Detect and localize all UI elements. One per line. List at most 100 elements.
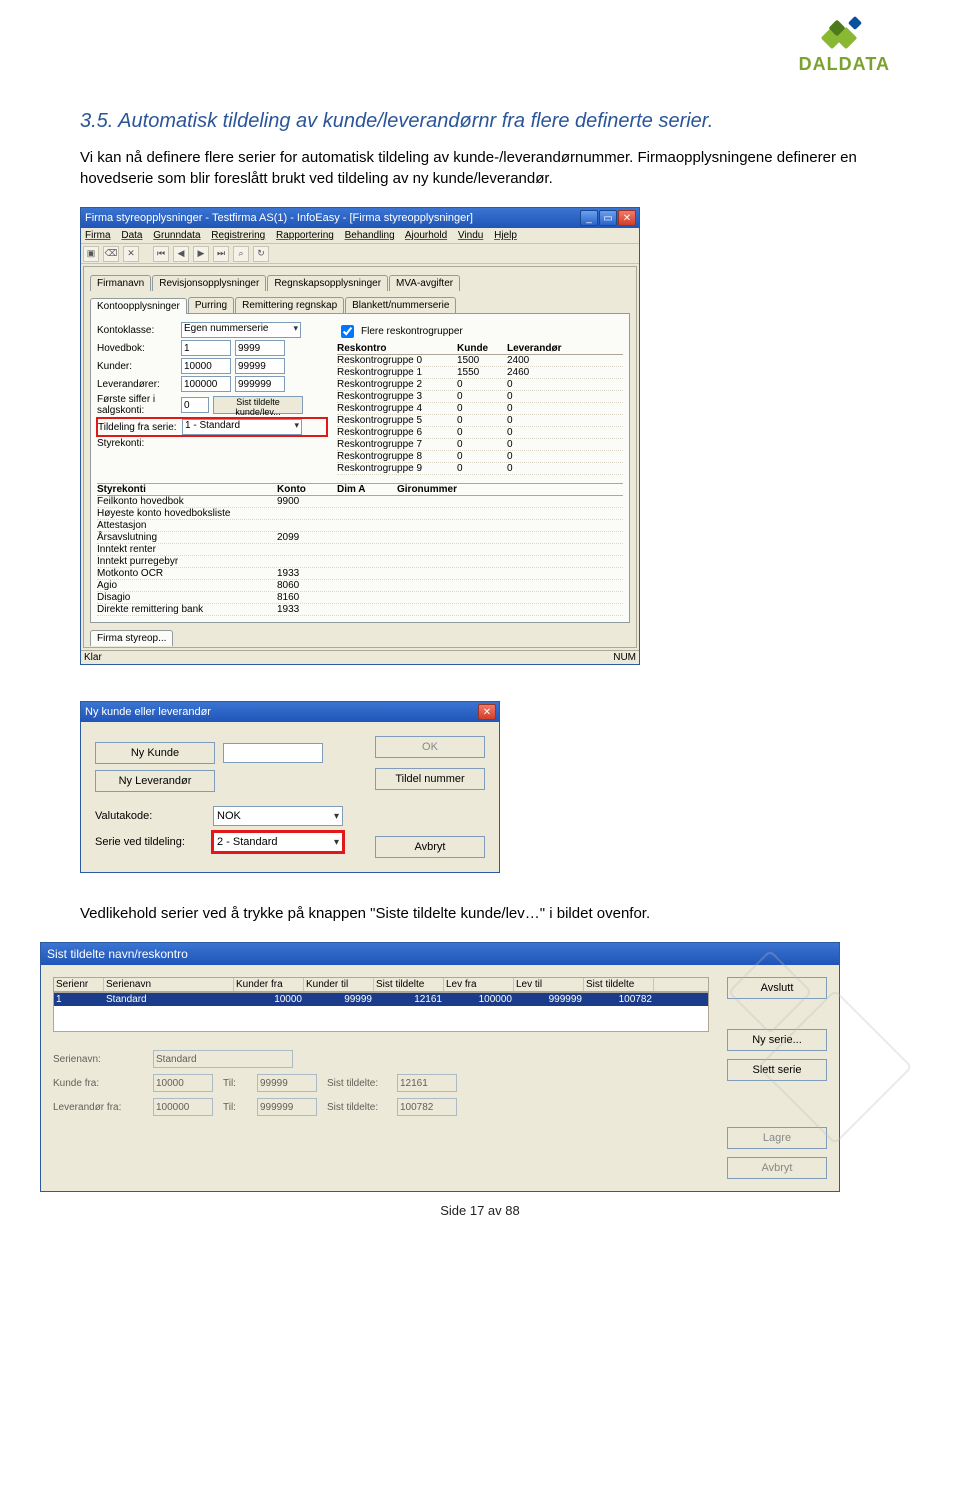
first-icon[interactable]: ⏮: [153, 246, 169, 262]
kunder-to-input[interactable]: [235, 358, 285, 374]
close-icon[interactable]: ✕: [618, 210, 636, 226]
menu-item[interactable]: Rapportering: [276, 230, 334, 241]
forste-siffer-input[interactable]: [181, 397, 209, 413]
valutakode-select[interactable]: NOK: [213, 806, 343, 826]
serienavn-label: Serienavn:: [53, 1054, 143, 1065]
styrekonti-row[interactable]: Attestasjon: [97, 520, 623, 532]
serienavn-input: [153, 1050, 293, 1068]
sist-tildelte-button[interactable]: Sist tildelte kunde/lev...: [213, 396, 303, 414]
reskontro-row[interactable]: Reskontrogruppe 400: [337, 403, 623, 415]
prev-icon[interactable]: ◀: [173, 246, 189, 262]
reskontro-row[interactable]: Reskontrogruppe 500: [337, 415, 623, 427]
flere-reskontrogrupper-checkbox[interactable]: [341, 325, 354, 338]
serie-grid-row[interactable]: 1 Standard 10000 99999 12161 100000 9999…: [54, 993, 708, 1006]
tab-firmanavn[interactable]: Firmanavn: [90, 275, 151, 291]
menu-item[interactable]: Hjelp: [494, 230, 517, 241]
window-title: Firma styreopplysninger - Testfirma AS(1…: [85, 212, 473, 224]
ny-leverandor-button[interactable]: Ny Leverandør: [95, 770, 215, 792]
styrekonti-row[interactable]: Feilkonto hovedbok9900: [97, 496, 623, 508]
lev-from-input[interactable]: [181, 376, 231, 392]
refresh-icon[interactable]: ↻: [253, 246, 269, 262]
lagre-button[interactable]: Lagre: [727, 1127, 827, 1149]
ny-kunde-button[interactable]: Ny Kunde: [95, 742, 215, 764]
leverandorer-label: Leverandører:: [97, 379, 177, 390]
leverandor-col-header: Leverandør: [507, 343, 567, 354]
firma-styreopplysninger-window: Firma styreopplysninger - Testfirma AS(1…: [80, 207, 640, 665]
forste-siffer-label: Første siffer i salgskonti:: [97, 394, 177, 416]
serie-ved-tildeling-select[interactable]: 2 - Standard: [213, 832, 343, 852]
reskontro-row[interactable]: Reskontrogruppe 600: [337, 427, 623, 439]
search-icon[interactable]: ⌕: [233, 246, 249, 262]
serie-grid[interactable]: 1 Standard 10000 99999 12161 100000 9999…: [53, 992, 709, 1032]
status-text: Klar: [84, 652, 102, 663]
last-icon[interactable]: ⏭: [213, 246, 229, 262]
reskontro-row[interactable]: Reskontrogruppe 200: [337, 379, 623, 391]
styrekonti-row[interactable]: Direkte remittering bank1933: [97, 604, 623, 616]
kunder-label: Kunder:: [97, 361, 177, 372]
avslutt-button[interactable]: Avslutt: [727, 977, 827, 999]
tab-blankett[interactable]: Blankett/nummerserie: [345, 297, 456, 313]
tab-kontoopplysninger[interactable]: Kontoopplysninger: [90, 298, 187, 314]
reskontro-row[interactable]: Reskontrogruppe 300: [337, 391, 623, 403]
ny-serie-button[interactable]: Ny serie...: [727, 1029, 827, 1051]
styrekonti-row[interactable]: Inntekt purregebyr: [97, 556, 623, 568]
reskontro-row[interactable]: Reskontrogruppe 700: [337, 439, 623, 451]
lev-fra-input: [153, 1098, 213, 1116]
menu-item[interactable]: Ajourhold: [405, 230, 447, 241]
lev-to-input[interactable]: [235, 376, 285, 392]
hovedbok-from-input[interactable]: [181, 340, 231, 356]
reskontro-row[interactable]: Reskontrogruppe 115502460: [337, 367, 623, 379]
menu-item[interactable]: Behandling: [345, 230, 395, 241]
ok-button[interactable]: OK: [375, 736, 485, 758]
tab-purring[interactable]: Purring: [188, 297, 234, 313]
dialog-title: Sist tildelte navn/reskontro: [47, 947, 188, 961]
menu-item[interactable]: Data: [121, 230, 142, 241]
menu-item[interactable]: Firma: [85, 230, 111, 241]
styrekonti-row[interactable]: Høyeste konto hovedboksliste: [97, 508, 623, 520]
toolbar-icon[interactable]: ▣: [83, 246, 99, 262]
reskontro-row[interactable]: Reskontrogruppe 900: [337, 463, 623, 475]
tildeling-serie-select[interactable]: 1 - Standard: [182, 419, 302, 435]
statusbar: Klar NUM: [81, 650, 639, 664]
styrekonti-row[interactable]: Agio8060: [97, 580, 623, 592]
tildel-nummer-button[interactable]: Tildel nummer: [375, 768, 485, 790]
konto-col-header: Konto: [277, 484, 337, 495]
next-icon[interactable]: ▶: [193, 246, 209, 262]
menu-item[interactable]: Vindu: [458, 230, 483, 241]
toolbar-icon[interactable]: ✕: [123, 246, 139, 262]
avbryt-button[interactable]: Avbryt: [727, 1157, 827, 1179]
toolbar-icon[interactable]: ⌫: [103, 246, 119, 262]
tab-mva[interactable]: MVA-avgifter: [389, 275, 460, 291]
reskontro-row[interactable]: Reskontrogruppe 800: [337, 451, 623, 463]
kontoklasse-select[interactable]: Egen nummerserie: [181, 322, 301, 338]
reskontro-row[interactable]: Reskontrogruppe 015002400: [337, 355, 623, 367]
maximize-icon[interactable]: ▭: [599, 210, 617, 226]
avbryt-button[interactable]: Avbryt: [375, 836, 485, 858]
tildeling-label: Tildeling fra serie:: [98, 422, 178, 433]
reskontro-col-header: Reskontro: [337, 343, 457, 354]
lev-fra-label: Leverandør fra:: [53, 1102, 143, 1113]
app-tab[interactable]: Firma styreop...: [90, 630, 173, 646]
tab-remittering[interactable]: Remittering regnskap: [235, 297, 344, 313]
styrekonti-row[interactable]: Inntekt renter: [97, 544, 623, 556]
ny-kunde-leverandor-dialog: Ny kunde eller leverandør ✕ Ny Kunde Ny …: [80, 701, 500, 873]
til-label: Til:: [223, 1078, 247, 1089]
menubar: Firma Data Grunndata Registrering Rappor…: [81, 228, 639, 244]
styrekonti-row[interactable]: Disagio8160: [97, 592, 623, 604]
kunde-sist-input: [397, 1074, 457, 1092]
minimize-icon[interactable]: _: [580, 210, 598, 226]
menu-item[interactable]: Grunndata: [153, 230, 200, 241]
tab-revisjon[interactable]: Revisjonsopplysninger: [152, 275, 266, 291]
styrekonti-row[interactable]: Motkonto OCR1933: [97, 568, 623, 580]
kunde-nr-input[interactable]: [223, 743, 323, 763]
tab-regnskap[interactable]: Regnskapsopplysninger: [267, 275, 388, 291]
slett-serie-button[interactable]: Slett serie: [727, 1059, 827, 1081]
close-icon[interactable]: ✕: [478, 704, 496, 720]
menu-item[interactable]: Registrering: [211, 230, 265, 241]
hovedbok-to-input[interactable]: [235, 340, 285, 356]
kunde-fra-label: Kunde fra:: [53, 1078, 143, 1089]
tab-row-2: Kontoopplysninger Purring Remittering re…: [90, 297, 630, 313]
styrekonti-row[interactable]: Årsavslutning2099: [97, 532, 623, 544]
kunde-til-input: [257, 1074, 317, 1092]
kunder-from-input[interactable]: [181, 358, 231, 374]
